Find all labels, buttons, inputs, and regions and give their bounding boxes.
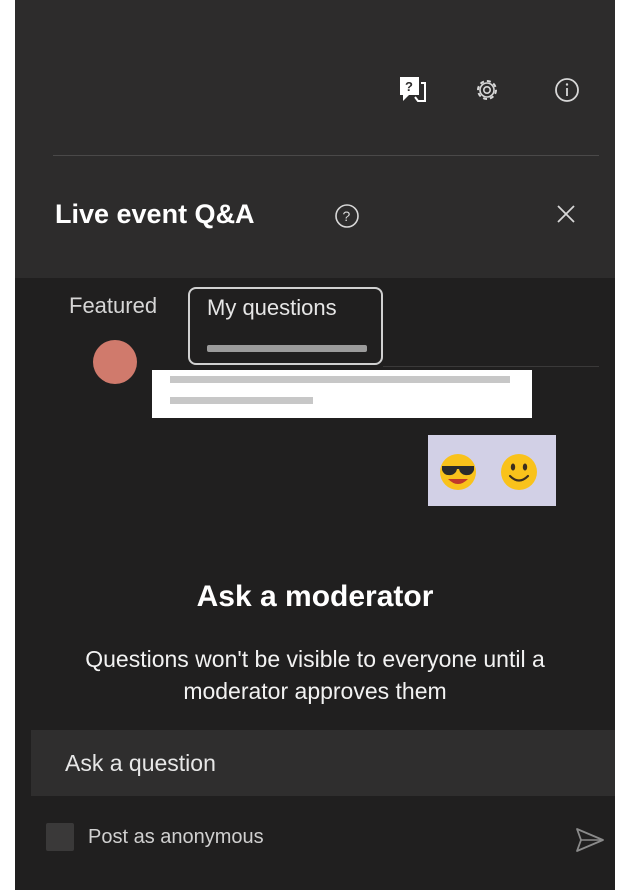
panel-header bbox=[15, 0, 615, 278]
emoji-reactions bbox=[428, 435, 556, 506]
svg-text:?: ? bbox=[343, 208, 351, 224]
qa-panel: ? Live event Q&A ? Featured My questions… bbox=[15, 0, 615, 890]
send-icon[interactable] bbox=[575, 827, 605, 853]
avatar bbox=[93, 340, 137, 384]
illustration-question-card bbox=[152, 370, 532, 418]
anonymous-checkbox[interactable] bbox=[46, 823, 74, 851]
qa-icon[interactable]: ? bbox=[393, 70, 433, 110]
sunglasses-emoji-icon bbox=[440, 454, 476, 490]
tab-my-questions[interactable]: My questions bbox=[188, 287, 383, 365]
placeholder-line bbox=[170, 376, 510, 383]
help-icon[interactable]: ? bbox=[333, 202, 361, 235]
tab-selected-indicator bbox=[207, 345, 367, 352]
close-icon[interactable] bbox=[552, 200, 580, 228]
tab-my-questions-label: My questions bbox=[207, 295, 337, 320]
info-icon[interactable] bbox=[547, 70, 587, 110]
panel-title: Live event Q&A bbox=[55, 199, 255, 229]
empty-state-description: Questions won't be visible to everyone u… bbox=[85, 646, 545, 704]
gear-icon[interactable] bbox=[467, 70, 507, 110]
ask-question-placeholder: Ask a question bbox=[65, 749, 216, 776]
ask-question-input[interactable]: Ask a question bbox=[31, 730, 615, 796]
empty-state-heading: Ask a moderator bbox=[196, 580, 434, 613]
header-divider bbox=[53, 155, 599, 156]
svg-text:?: ? bbox=[405, 79, 413, 94]
smiley-emoji-icon bbox=[501, 454, 537, 490]
tabs-divider bbox=[383, 366, 599, 367]
tab-featured[interactable]: Featured bbox=[69, 293, 157, 319]
anonymous-label: Post as anonymous bbox=[88, 826, 264, 848]
placeholder-line bbox=[170, 397, 313, 404]
